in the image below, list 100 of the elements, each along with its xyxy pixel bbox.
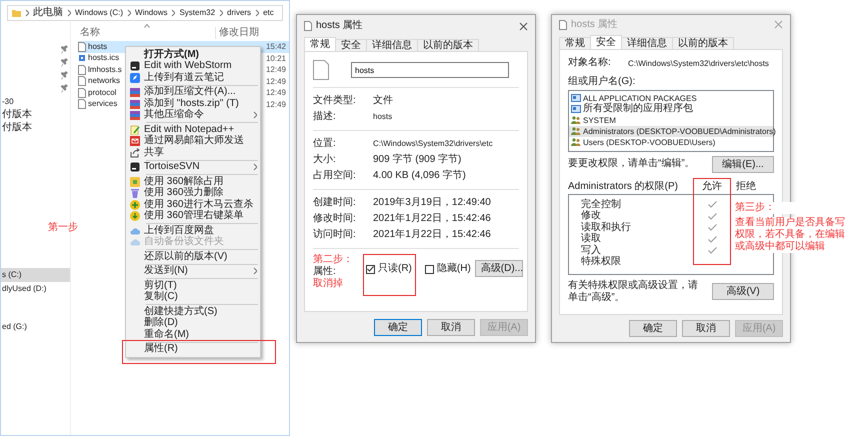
file-date: 12:49 xyxy=(264,64,287,76)
tab[interactable]: 常规 xyxy=(304,37,336,51)
advanced-button[interactable]: 高级(V) xyxy=(712,283,774,300)
breadcrumb-item[interactable]: System32 xyxy=(179,8,216,18)
tab[interactable]: 以前的版本 xyxy=(672,36,734,49)
advanced-button[interactable]: 高级(D)... xyxy=(474,260,523,277)
archive-icon xyxy=(130,87,140,98)
caret-icon xyxy=(144,24,150,28)
menu-item[interactable]: 共享 xyxy=(126,147,260,158)
field-label: 文件类型: xyxy=(313,95,357,107)
breadcrumb-item[interactable]: etc xyxy=(263,8,274,18)
permission-name: 写入 xyxy=(581,244,601,256)
dialog-button[interactable]: 确定 xyxy=(374,318,422,336)
menu-item[interactable]: 添加到压缩文件(A)... xyxy=(126,86,260,98)
list-item[interactable]: Users (DESKTOP-VOOBUED\Users) xyxy=(569,136,773,148)
breadcrumb-item[interactable]: Windows (C:) xyxy=(75,8,124,18)
menu-item[interactable]: 其他压缩命令 xyxy=(126,110,260,121)
menu-item[interactable]: 剪切(T) xyxy=(126,280,260,292)
checkbox[interactable]: 只读(R) xyxy=(366,263,412,275)
tab[interactable]: 详细信息 xyxy=(366,39,418,51)
archive-icon xyxy=(130,98,140,109)
users-icon xyxy=(571,116,581,124)
menu-item[interactable]: 属性(R) xyxy=(126,344,260,355)
nav-item[interactable]: dlyUsed (D:) xyxy=(1,282,70,295)
column-header[interactable]: 修改日期 xyxy=(215,27,289,39)
file-item[interactable]: hosts.ics xyxy=(78,52,125,64)
menu-item[interactable]: 复制(C) xyxy=(126,292,260,303)
list-item[interactable]: SYSTEM xyxy=(569,114,773,126)
column-header[interactable]: 名称 xyxy=(80,27,100,38)
dialog-button[interactable]: 取消 xyxy=(682,320,730,337)
menu-item[interactable]: 上传到有道云笔记 xyxy=(126,72,260,84)
list-item[interactable]: ALL APPLICATION PACKAGES xyxy=(569,92,773,104)
address-bar[interactable]: 此电脑 Windows (C:) Windows System32 drivers etc xyxy=(7,5,283,21)
hint-text: 要更改权限，请单击“编辑”。 xyxy=(568,158,696,170)
list-item[interactable]: Administrators (DESKTOP-VOOBUED\Administrators) xyxy=(569,126,773,137)
menu-item[interactable]: 删除(D) xyxy=(126,318,260,329)
tab[interactable]: 安全 xyxy=(335,39,367,51)
menu-item[interactable]: 重命名(M) xyxy=(126,329,260,340)
menu-item[interactable]: 使用 360强力删除 xyxy=(126,188,260,199)
nav-item[interactable]: 付版本 xyxy=(1,121,70,134)
close-icon[interactable] xyxy=(519,22,528,30)
dialog-button[interactable]: 取消 xyxy=(427,318,475,336)
nav-item[interactable]: s (C:) xyxy=(1,268,70,282)
pin-icon xyxy=(61,58,68,67)
menu-item[interactable]: 使用 360管理右键菜单 xyxy=(126,210,260,222)
tab[interactable]: 以前的版本 xyxy=(417,39,479,51)
pin-icon xyxy=(61,84,68,93)
file-item[interactable]: networks xyxy=(78,76,125,87)
field-label: 修改时间: xyxy=(313,213,357,225)
menu-item[interactable]: TortoiseSVN xyxy=(126,162,260,173)
file-item[interactable]: lmhosts.s xyxy=(78,64,125,76)
breadcrumb-item[interactable]: Windows xyxy=(135,8,168,18)
file-item[interactable]: services xyxy=(78,98,125,110)
plus-circle-icon xyxy=(130,200,140,210)
group-list[interactable]: ALL APPLICATION PACKAGES 所有受限制的应用程序包 SYSTEM Administrators (DESKTOP-VOOBUED\Administrators) Users (DESKTOP-VOOBUED\Users) xyxy=(568,90,774,152)
nav-item[interactable]: -30 xyxy=(1,95,70,108)
field-label: 大小: xyxy=(313,154,337,166)
column-header: 拒绝 xyxy=(735,181,757,194)
note-icon xyxy=(130,72,140,83)
file-item[interactable]: hosts xyxy=(78,41,125,52)
menu-item[interactable]: 打开方式(M) xyxy=(126,49,260,60)
field-value: 2019年3月19日，12:49:40 xyxy=(373,197,491,209)
list-item[interactable]: 所有受限制的应用程序包 xyxy=(569,104,773,115)
field-label: 描述: xyxy=(313,111,337,123)
nav-item[interactable]: 付版本 xyxy=(1,108,70,121)
chevron-icon xyxy=(127,9,132,17)
notepad-icon xyxy=(130,124,140,135)
field-value: 4.00 KB (4,096 字节) xyxy=(373,170,466,182)
nav-item[interactable]: ed (G:) xyxy=(1,320,70,333)
menu-item[interactable]: 添加到 "hosts.zip" (T) xyxy=(126,98,260,110)
check-icon xyxy=(367,266,374,272)
field-value: 909 字节 (909 字节) xyxy=(373,154,462,166)
menu-item[interactable]: Edit with Notepad++ xyxy=(126,124,260,136)
download-circle-icon xyxy=(130,211,140,222)
menu-item[interactable]: 上传到百度网盘 xyxy=(126,225,260,236)
menu-item[interactable]: 使用 360解除占用 xyxy=(126,176,260,188)
breadcrumb-item[interactable]: 此电脑 xyxy=(33,7,63,19)
tab[interactable]: 安全 xyxy=(590,34,622,49)
folder-icon xyxy=(12,9,21,17)
file-name: lmhosts.s xyxy=(88,64,122,75)
file-item[interactable]: protocol xyxy=(78,87,125,98)
field-label: 访问时间: xyxy=(313,229,357,241)
menu-item[interactable]: 创建快捷方式(S) xyxy=(126,306,260,318)
menu-item[interactable]: 通过网易邮箱大师发送 xyxy=(126,136,260,147)
field-label: Administrators 的权限(P) xyxy=(568,181,680,194)
menu-item[interactable]: 使用 360进行木马云查杀 xyxy=(126,199,260,210)
name-field[interactable]: hosts xyxy=(351,62,509,78)
edit-button[interactable]: 编辑(E)... xyxy=(712,156,774,173)
menu-item[interactable]: 发送到(N) xyxy=(126,266,260,277)
menu-item[interactable]: 还原以前的版本(V) xyxy=(126,251,260,262)
breadcrumb-item[interactable]: drivers xyxy=(227,8,252,18)
share-icon xyxy=(130,148,140,158)
tab[interactable]: 详细信息 xyxy=(621,36,673,49)
tab[interactable]: 常规 xyxy=(559,36,591,49)
menu-item[interactable]: Edit with WebStorm xyxy=(126,60,260,72)
dialog-button[interactable]: 确定 xyxy=(629,320,677,337)
trash-icon xyxy=(130,188,140,198)
chevron-icon xyxy=(67,9,71,17)
checkbox[interactable]: 隐藏(H) xyxy=(424,263,471,275)
document-icon xyxy=(78,42,86,52)
